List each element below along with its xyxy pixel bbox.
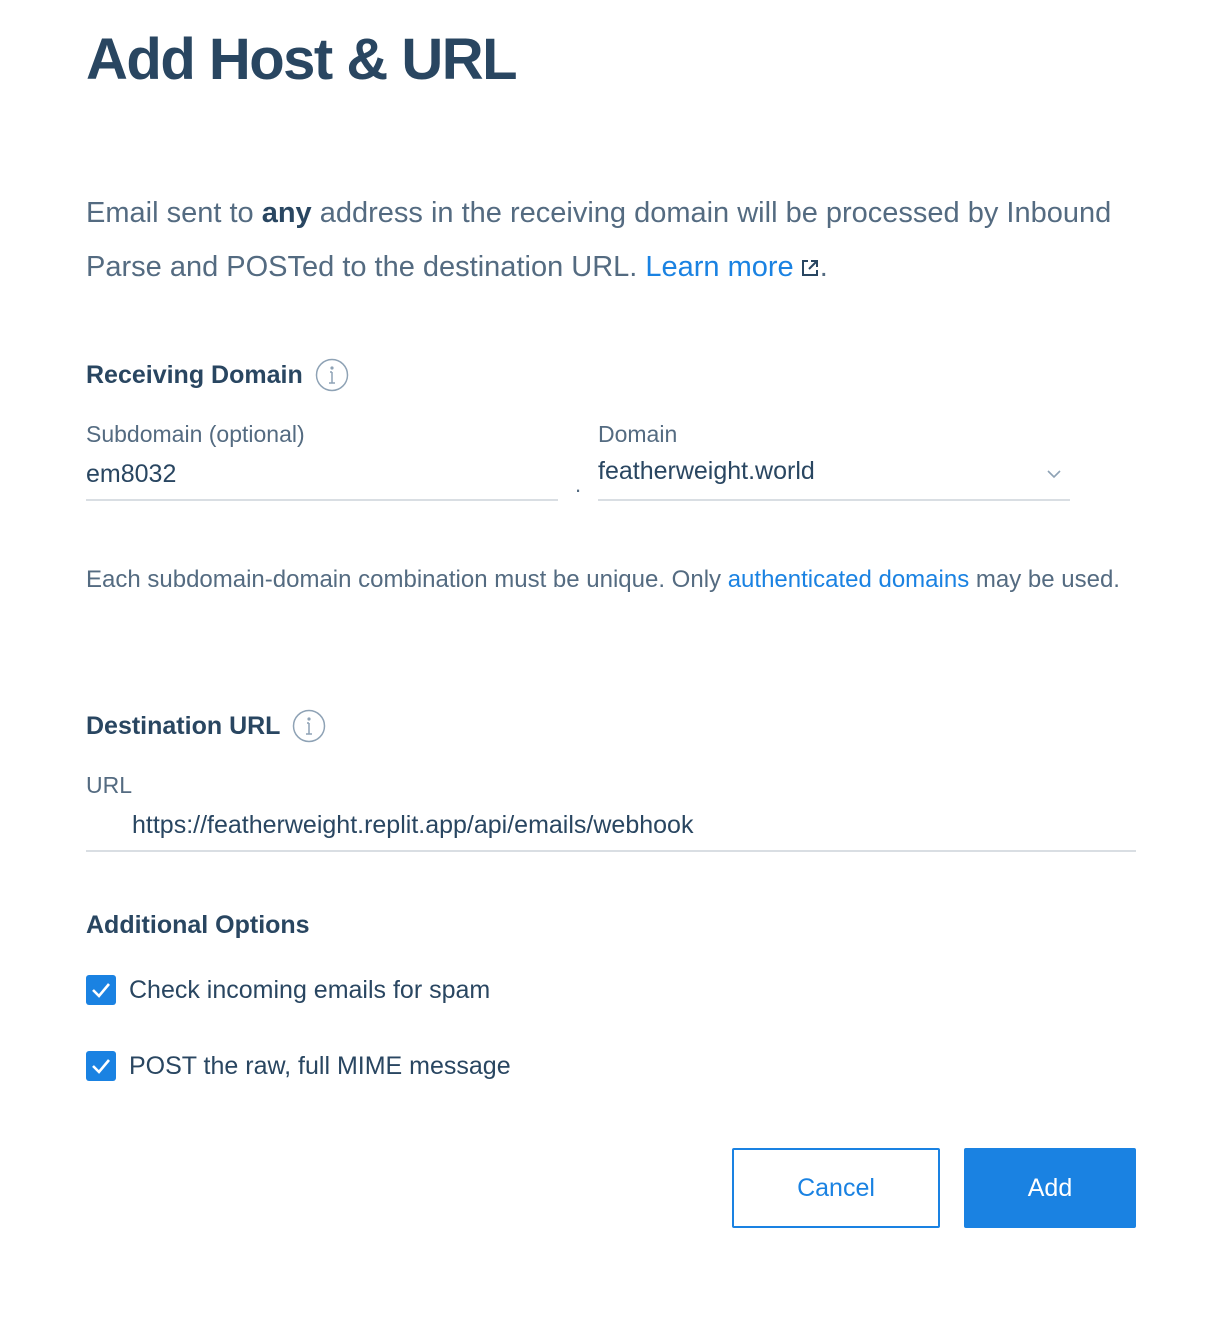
raw-mime-option[interactable]: POST the raw, full MIME message — [86, 1051, 511, 1081]
destination-url-heading: Destination URL — [86, 709, 326, 743]
additional-options-heading: Additional Options — [86, 911, 310, 939]
note-text: Each subdomain-domain combination must b… — [86, 566, 728, 593]
url-label: URL — [86, 772, 133, 798]
intro-emphasis: any — [261, 197, 312, 229]
intro-paragraph: Email sent to any address in the receivi… — [86, 186, 1116, 294]
intro-text-before: Email sent to — [86, 197, 262, 229]
spam-check-checkbox[interactable] — [86, 975, 116, 1005]
external-link-icon — [801, 260, 818, 276]
receiving-domain-heading: Receiving Domain — [86, 358, 349, 392]
subdomain-separator: . — [575, 472, 582, 497]
receiving-domain-heading-label: Receiving Domain — [86, 360, 303, 389]
spam-check-label: Check incoming emails for spam — [129, 975, 491, 1004]
subdomain-label: Subdomain (optional) — [86, 421, 305, 447]
raw-mime-label: POST the raw, full MIME message — [129, 1051, 511, 1080]
destination-url-input[interactable] — [86, 801, 1136, 852]
info-icon[interactable] — [292, 709, 326, 743]
checkmark-icon — [92, 983, 110, 998]
add-button[interactable]: Add — [964, 1148, 1136, 1228]
note-after: may be used. — [969, 566, 1120, 593]
checkmark-icon — [92, 1059, 110, 1074]
chevron-down-icon — [1047, 470, 1061, 479]
destination-url-heading-label: Destination URL — [86, 711, 281, 740]
intro-trailing: . — [819, 251, 828, 283]
domain-label: Domain — [598, 421, 678, 447]
learn-more-link[interactable]: Learn more — [645, 251, 819, 283]
page-title: Add Host & URL — [86, 27, 518, 92]
cancel-button[interactable]: Cancel — [732, 1148, 940, 1228]
info-icon[interactable] — [315, 358, 349, 392]
authenticated-domains-link[interactable]: authenticated domains — [728, 566, 970, 593]
domain-select-value: featherweight.world — [598, 457, 815, 485]
spam-check-option[interactable]: Check incoming emails for spam — [86, 975, 490, 1005]
subdomain-input[interactable] — [86, 450, 558, 501]
learn-more-label: Learn more — [645, 251, 794, 283]
domain-select[interactable]: featherweight.world — [598, 450, 1070, 501]
uniqueness-note: Each subdomain-domain combination must b… — [86, 560, 1126, 600]
raw-mime-checkbox[interactable] — [86, 1051, 116, 1081]
